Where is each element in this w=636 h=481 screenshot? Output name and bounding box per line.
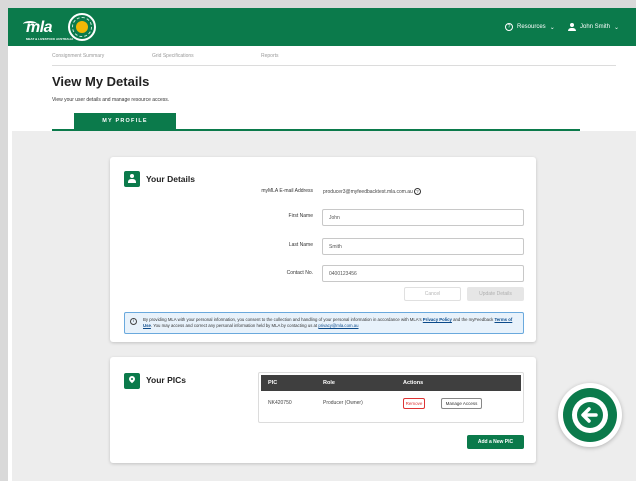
column-header-role: Role bbox=[323, 380, 335, 386]
pic-table: PIC Role Actions NK420750 Producer (Owne… bbox=[258, 372, 524, 423]
page-title: View My Details bbox=[52, 74, 150, 89]
email-value: producer3@myfeedbacktest.mla.com.au ? bbox=[323, 188, 421, 195]
details-title: Your Details bbox=[146, 174, 195, 184]
remove-button[interactable]: Remove bbox=[403, 398, 425, 409]
subnav-grid-specifications[interactable]: Grid Specifications bbox=[152, 53, 194, 59]
first-name-input[interactable]: John bbox=[322, 209, 524, 226]
sub-navigation: Consignment Summary Grid Specifications … bbox=[52, 48, 616, 66]
help-circle-icon[interactable]: ? bbox=[413, 188, 421, 195]
notice-text-1: By providing MLA with your personal info… bbox=[143, 317, 423, 322]
chevron-down-icon: ⌄ bbox=[549, 24, 555, 31]
page-description: View your user details and manage resour… bbox=[52, 97, 170, 103]
resources-label: Resources bbox=[517, 24, 546, 30]
privacy-email-link[interactable]: privacy@mla.com.au bbox=[318, 323, 358, 328]
column-header-pic: PIC bbox=[268, 380, 278, 386]
user-name: John Smith bbox=[580, 24, 611, 30]
update-details-button[interactable]: Update Details bbox=[467, 287, 524, 301]
seal-center bbox=[76, 21, 88, 33]
privacy-policy-link[interactable]: Privacy Policy bbox=[423, 317, 452, 322]
email-text: producer3@myfeedbacktest.mla.com.au bbox=[323, 188, 413, 195]
notice-text-3: . You may access and correct any persona… bbox=[150, 323, 319, 329]
last-name-label: Last Name bbox=[288, 242, 313, 248]
email-label: myMLA E-mail Address bbox=[261, 188, 313, 194]
user-icon bbox=[568, 23, 576, 31]
info-icon: i bbox=[130, 318, 137, 325]
user-menu[interactable]: John Smith ⌄ bbox=[568, 8, 619, 46]
resources-menu[interactable]: ? Resources ⌄ bbox=[505, 8, 555, 46]
mla-logo[interactable]: mla MEAT & LIVESTOCK AUSTRALIA bbox=[23, 19, 73, 41]
app-window: mla MEAT & LIVESTOCK AUSTRALIA ? Resourc… bbox=[8, 8, 636, 481]
first-name-label: First Name bbox=[288, 213, 313, 219]
top-bar: mla MEAT & LIVESTOCK AUSTRALIA ? Resourc… bbox=[8, 8, 636, 46]
location-pin-icon bbox=[124, 373, 140, 389]
help-icon: ? bbox=[505, 23, 513, 31]
contact-label: Contact No. bbox=[286, 270, 313, 276]
person-icon bbox=[124, 171, 140, 187]
myfeedback-seal-icon bbox=[68, 13, 96, 41]
subnav-consignment-summary[interactable]: Consignment Summary bbox=[52, 53, 104, 59]
table-row: NK420750 Producer (Owner) Remove Manage … bbox=[261, 395, 521, 415]
last-name-input[interactable]: Smith bbox=[322, 238, 524, 255]
tab-my-profile[interactable]: MY PROFILE bbox=[74, 113, 176, 129]
pics-title: Your PICs bbox=[146, 375, 186, 385]
column-header-actions: Actions bbox=[403, 380, 424, 386]
manage-access-button[interactable]: Manage Access bbox=[441, 398, 482, 409]
chevron-down-icon: ⌄ bbox=[614, 24, 620, 31]
back-button[interactable] bbox=[558, 383, 622, 447]
your-details-card: Your Details myMLA E-mail Address produc… bbox=[110, 157, 536, 342]
brand-subtext: MEAT & LIVESTOCK AUSTRALIA bbox=[26, 37, 74, 41]
privacy-notice: i By providing MLA with your personal in… bbox=[124, 312, 524, 334]
arrow-left-icon bbox=[577, 402, 603, 428]
pic-table-header: PIC Role Actions bbox=[261, 375, 521, 391]
notice-text-2: and the myFeedback bbox=[451, 317, 495, 322]
pic-number: NK420750 bbox=[268, 400, 292, 406]
subnav-reports[interactable]: Reports bbox=[261, 53, 279, 59]
logo-swoosh-icon bbox=[23, 21, 37, 27]
cancel-button[interactable]: Cancel bbox=[404, 287, 461, 301]
your-pics-card: Your PICs PIC Role Actions NK420750 Prod… bbox=[110, 357, 536, 463]
pic-role: Producer (Owner) bbox=[323, 400, 363, 406]
contact-input[interactable]: 0400123456 bbox=[322, 265, 524, 282]
add-new-pic-button[interactable]: Add a New PIC bbox=[467, 435, 524, 449]
